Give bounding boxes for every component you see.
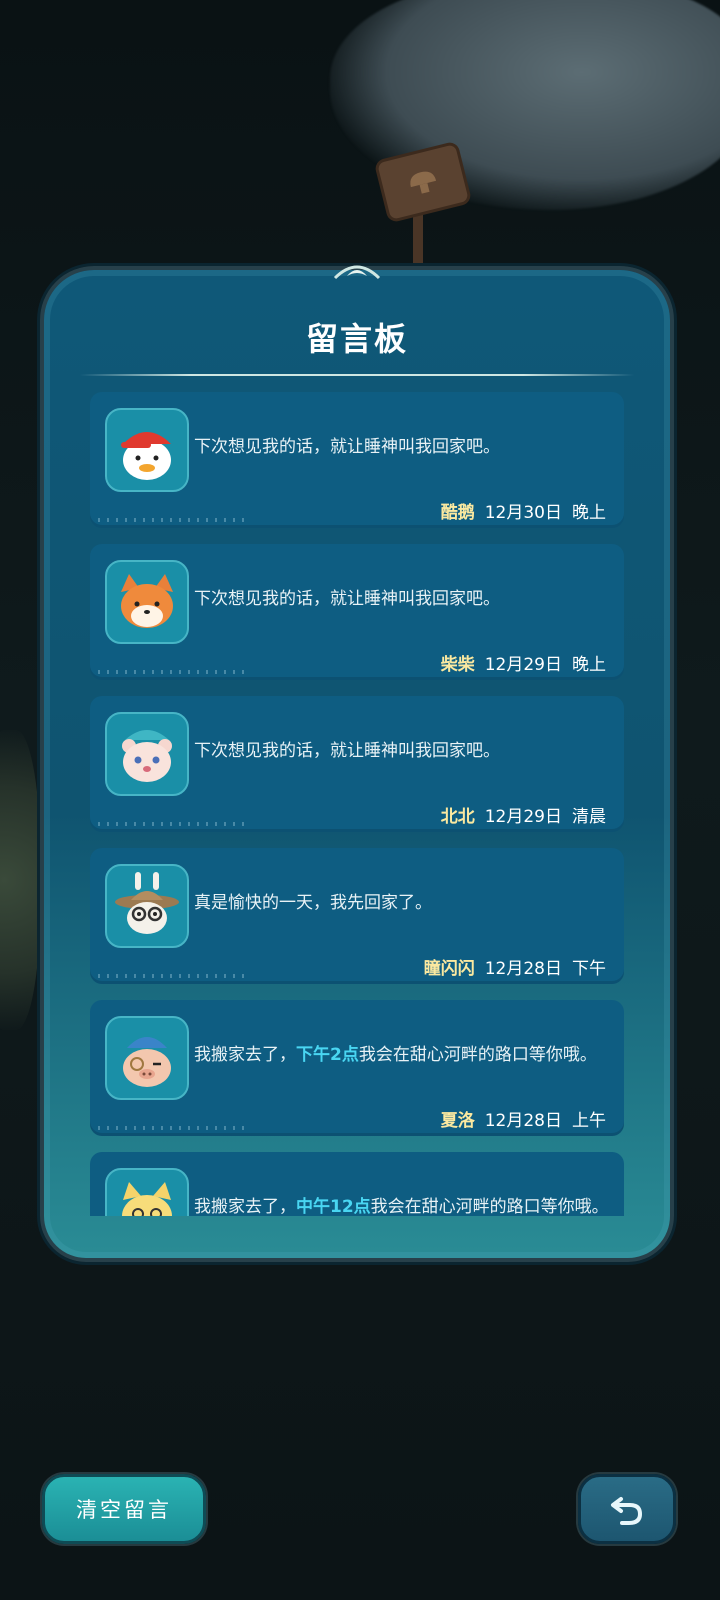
crest-ornament-icon — [333, 265, 381, 280]
message-list[interactable]: 下次想见我的话，就让睡神叫我回家吧。 酷鹅 12月30日 晚上 下次想见我的话，就让… — [90, 392, 624, 1216]
highlighted-time: 下午2点 — [296, 1045, 359, 1065]
board-title: 留言板 — [305, 320, 408, 358]
message-date: 12月28日 — [484, 959, 562, 979]
sparkle-decoration — [98, 974, 248, 978]
message-date: 12月30日 — [484, 503, 562, 523]
message-time: 晚上 — [572, 503, 606, 523]
sparkle-decoration — [98, 518, 248, 522]
message-meta: 酷鹅 12月30日 晚上 — [441, 498, 606, 523]
message-card[interactable]: 下次想见我的话，就让睡神叫我回家吧。 北北 12月29日 清晨 — [90, 696, 624, 832]
clear-messages-button[interactable]: 清空留言 — [42, 1474, 206, 1544]
message-meta: 北北 12月29日 清晨 — [441, 802, 606, 827]
message-meta: 瞳闪闪 12月28日 下午 — [424, 954, 606, 979]
undo-arrow-icon — [611, 1497, 643, 1525]
highlighted-time: 中午12点 — [296, 1197, 371, 1216]
message-card[interactable]: 下次想见我的话，就让睡神叫我回家吧。 柴柴 12月29日 晚上 — [90, 544, 624, 680]
title-divider — [80, 374, 634, 376]
message-time: 下午 — [572, 959, 606, 979]
message-text-part: 我搬家去了， — [194, 1197, 296, 1216]
sparkle-decoration — [98, 822, 248, 826]
back-button[interactable] — [578, 1474, 676, 1544]
sparkle-decoration — [98, 670, 248, 674]
bear-avatar-icon — [105, 712, 189, 796]
message-text-part: 我会在甜心河畔的路口等你哦。 — [370, 1197, 609, 1216]
message-card[interactable]: 真是愉快的一天，我先回家了。 瞳闪闪 12月28日 下午 — [90, 848, 624, 984]
sender-name: 柴柴 — [440, 655, 475, 675]
sender-name: 夏洛 — [440, 1111, 475, 1131]
message-text-part: 我搬家去了， — [194, 1045, 296, 1065]
sender-name: 酷鹅 — [440, 503, 475, 523]
bush-decoration — [0, 730, 40, 1030]
message-text: 我搬家去了，中午12点我会在甜心河畔的路口等你哦。 — [194, 1194, 612, 1216]
sender-name: 瞳闪闪 — [423, 959, 475, 979]
message-text: 下次想见我的话，就让睡神叫我回家吧。 — [194, 741, 500, 761]
duck-avatar-icon — [105, 408, 189, 492]
shiba-avatar-icon — [105, 560, 189, 644]
pig-avatar-icon — [105, 1016, 189, 1100]
cat-avatar-icon — [105, 1168, 189, 1216]
message-text: 我搬家去了，下午2点我会在甜心河畔的路口等你哦。 — [194, 1042, 612, 1068]
rabbit-hat-avatar-icon — [105, 864, 189, 948]
message-time: 晚上 — [572, 655, 606, 675]
message-date: 12月29日 — [484, 807, 562, 827]
message-text: 下次想见我的话，就让睡神叫我回家吧。 — [194, 437, 500, 457]
message-time: 清晨 — [572, 807, 606, 827]
message-meta: 柴柴 12月29日 晚上 — [441, 650, 606, 675]
message-date: 12月28日 — [484, 1111, 562, 1131]
message-board-panel: 留言板 下次想见我的话，就让睡神叫我回家吧。 酷鹅 12月30日 晚上 下次想见… — [40, 265, 674, 1262]
message-date: 12月29日 — [484, 655, 562, 675]
message-card[interactable]: 我搬家去了，中午12点我会在甜心河畔的路口等你哦。 — [90, 1152, 624, 1216]
message-text: 真是愉快的一天，我先回家了。 — [194, 893, 432, 913]
message-meta: 夏洛 12月28日 上午 — [441, 1106, 606, 1131]
sender-name: 北北 — [440, 807, 475, 827]
message-text-part: 我会在甜心河畔的路口等你哦。 — [358, 1045, 597, 1065]
message-time: 上午 — [572, 1111, 606, 1131]
sparkle-decoration — [98, 1126, 248, 1130]
message-card[interactable]: 我搬家去了，下午2点我会在甜心河畔的路口等你哦。 夏洛 12月28日 上午 — [90, 1000, 624, 1136]
message-text: 下次想见我的话，就让睡神叫我回家吧。 — [194, 589, 500, 609]
message-card[interactable]: 下次想见我的话，就让睡神叫我回家吧。 酷鹅 12月30日 晚上 — [90, 392, 624, 528]
